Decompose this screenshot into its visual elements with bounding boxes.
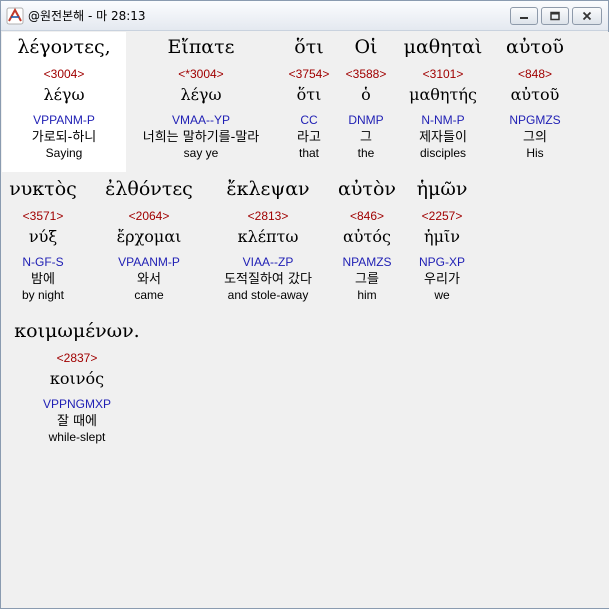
english-gloss: and stole-away: [227, 288, 309, 302]
morphology-code: NPGMZS: [509, 113, 561, 127]
korean-gloss: 밤에: [31, 272, 55, 287]
english-gloss: say ye: [183, 146, 219, 160]
greek-word: Οἱ: [354, 36, 378, 58]
app-logo-icon: [6, 7, 24, 24]
word-autou[interactable]: αὐτοῦ <848> αὐτοῦ NPGMZS 그의 His: [492, 34, 578, 161]
lemma: ἔρχομαι: [116, 227, 182, 246]
morphology-code: CC: [300, 113, 318, 127]
lemma: μαθητής: [409, 85, 477, 104]
english-gloss: came: [134, 288, 164, 302]
word-elthontes[interactable]: ἐλθόντες <2064> ἔρχομαι VPAANM-P 와서 came: [96, 176, 202, 303]
morphology-code: VPPNGMXP: [42, 397, 111, 411]
strong-number: <3571>: [22, 209, 64, 223]
english-gloss: Saying: [45, 146, 83, 160]
close-icon: [582, 11, 592, 21]
greek-word: ἐλθόντες: [105, 178, 193, 200]
morphology-code: N-GF-S: [22, 255, 64, 269]
strong-number: <3588>: [345, 67, 387, 81]
strong-number: <3101>: [422, 67, 464, 81]
morphology-code: NPAMZS: [342, 255, 392, 269]
lemma: κλέπτω: [237, 227, 299, 246]
word-eklepsan[interactable]: ἔκλεψαν <2813> κλέπτω VIAA--ZP 도적질하여 갔다 …: [206, 176, 330, 303]
greek-word: Εἴπατε: [167, 36, 235, 58]
english-gloss: him: [357, 288, 377, 302]
korean-gloss: 제자들이: [419, 130, 467, 145]
lemma: ὅτι: [296, 85, 322, 104]
greek-word: αὐτοῦ: [506, 36, 564, 58]
word-eipate[interactable]: Εἴπατε <*3004> λέγω VMAA--YP 너희는 말하기를-말라…: [126, 34, 276, 161]
greek-word: ὅτι: [294, 36, 324, 58]
korean-gloss: 와서: [137, 272, 161, 287]
korean-gloss: 너희는 말하기를-말라: [142, 130, 260, 145]
window-title: @원전본해 - 마 28:13: [28, 9, 146, 23]
word-hoti[interactable]: ὅτι <3754> ὅτι CC 라고 that: [278, 34, 340, 161]
morphology-code: VMAA--YP: [171, 113, 230, 127]
morphology-code: NPG-XP: [418, 255, 465, 269]
app-window: @원전본해 - 마 28:13 λέγοντες, <3004> λέγω VP…: [0, 0, 609, 609]
morphology-code: N-NM-P: [421, 113, 465, 127]
maximize-button[interactable]: [541, 7, 569, 25]
minimize-button[interactable]: [510, 7, 538, 25]
lemma: λέγω: [180, 85, 222, 104]
strong-number: <2837>: [56, 351, 98, 365]
korean-gloss: 도적질하여 갔다: [224, 272, 312, 287]
word-koimomenon[interactable]: κοιμωμένων. <2837> κοινός VPPNGMXP 잘 때에 …: [6, 318, 148, 445]
english-gloss: while-slept: [48, 430, 106, 444]
greek-word: αὐτὸν: [338, 178, 396, 200]
korean-gloss: 잘 때에: [56, 414, 97, 429]
english-gloss: His: [526, 146, 544, 160]
word-hoi[interactable]: Οἱ <3588> ὁ DNMP 그 the: [338, 34, 394, 161]
english-gloss: the: [357, 146, 375, 160]
korean-gloss: 그: [360, 130, 372, 145]
strong-number: <2257>: [421, 209, 463, 223]
english-gloss: by night: [21, 288, 65, 302]
close-button[interactable]: [572, 7, 602, 25]
greek-word: νυκτὸς: [9, 178, 77, 200]
morphology-code: VPAANM-P: [118, 255, 180, 269]
strong-number: <848>: [517, 67, 553, 81]
word-mathetai[interactable]: μαθηταὶ <3101> μαθητής N-NM-P 제자들이 disci…: [397, 34, 489, 161]
morphology-code: VPPANM-P: [33, 113, 95, 127]
minimize-icon: [520, 17, 528, 19]
window-controls: [510, 7, 602, 25]
strong-number: <3754>: [288, 67, 330, 81]
lemma: αὐτοῦ: [510, 85, 560, 104]
korean-gloss: 그를: [355, 272, 379, 287]
greek-word: ἔκλεψαν: [226, 178, 310, 200]
lemma: λέγω: [43, 85, 85, 104]
title-bar[interactable]: @원전본해 - 마 28:13: [1, 1, 608, 31]
lemma: κοινός: [49, 369, 105, 388]
greek-word: λέγοντες,: [17, 36, 111, 58]
korean-gloss: 가로되-하니: [31, 130, 97, 145]
morphology-code: DNMP: [348, 113, 384, 127]
interlinear-panel: λέγοντες, <3004> λέγω VPPANM-P 가로되-하니 Sa…: [2, 32, 609, 608]
lemma: νύξ: [28, 227, 58, 246]
strong-number: <2064>: [128, 209, 170, 223]
lemma: ἡμῖν: [424, 227, 460, 246]
word-nyktos[interactable]: νυκτὸς <3571> νύξ N-GF-S 밤에 by night: [2, 176, 84, 303]
maximize-icon: [550, 11, 560, 21]
korean-gloss: 우리가: [424, 272, 460, 287]
greek-word: ἡμῶν: [416, 178, 468, 200]
word-hemon[interactable]: ἡμῶν <2257> ἡμῖν NPG-XP 우리가 we: [406, 176, 478, 303]
lemma: αὐτός: [343, 227, 391, 246]
lemma: ὁ: [361, 85, 371, 104]
word-auton[interactable]: αὐτὸν <846> αὐτός NPAMZS 그를 him: [332, 176, 402, 303]
strong-number: <846>: [349, 209, 385, 223]
strong-number: <3004>: [43, 67, 85, 81]
strong-number: <2813>: [247, 209, 289, 223]
word-lego-ntes[interactable]: λέγοντες, <3004> λέγω VPPANM-P 가로되-하니 Sa…: [2, 34, 126, 161]
korean-gloss: 라고: [297, 130, 321, 145]
english-gloss: that: [298, 146, 319, 160]
greek-word: μαθηταὶ: [403, 36, 483, 58]
korean-gloss: 그의: [523, 130, 547, 145]
morphology-code: VIAA--ZP: [242, 255, 294, 269]
english-gloss: disciples: [419, 146, 467, 160]
strong-number: <*3004>: [178, 67, 224, 81]
greek-word: κοιμωμένων.: [14, 320, 140, 342]
english-gloss: we: [434, 288, 450, 302]
